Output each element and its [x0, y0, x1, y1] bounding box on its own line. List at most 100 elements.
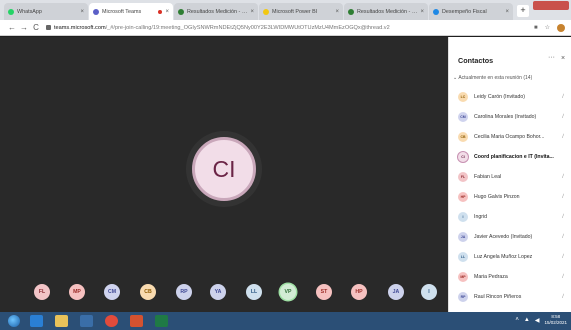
tab-label: Resultados Medición - …	[187, 8, 248, 15]
bubble-initials: CB	[144, 289, 152, 295]
address-bar-row: ← → C teams.microsoft.com/_#/pre-join-ca…	[0, 20, 571, 36]
close-icon[interactable]: ×	[505, 9, 509, 15]
participant-row[interactable]: I Ingrid ̸	[449, 208, 571, 226]
reload-icon[interactable]: C	[30, 23, 42, 32]
bubble-initials: YA	[214, 289, 222, 295]
url-field[interactable]: teams.microsoft.com/_#/pre-join-calling/…	[54, 25, 527, 31]
excel-icon[interactable]	[155, 315, 168, 327]
lock-icon	[46, 25, 51, 30]
tab-microsoft-teams[interactable]: Microsoft Teams ×	[89, 3, 173, 20]
star-icon[interactable]: ☆	[545, 24, 550, 31]
recording-icon	[158, 9, 163, 14]
participant-name: Maria Pedraza	[474, 274, 508, 280]
avatar: LL	[458, 252, 468, 262]
back-arrow-icon[interactable]: ←	[6, 23, 18, 32]
speaker-initials: CI	[212, 155, 236, 182]
close-icon[interactable]: ×	[80, 9, 84, 15]
participant-row[interactable]: FL Fabian Leal ̸	[449, 168, 571, 186]
section-header-in-meeting[interactable]: ⌄ Actualmente en esta reunión (14)	[453, 75, 532, 81]
start-button[interactable]	[8, 315, 20, 327]
power-bi-icon	[263, 8, 269, 15]
tab-whatsapp[interactable]: WhatsApp ×	[4, 3, 88, 20]
participant-name: Raul Rincon Piñeros	[474, 294, 522, 300]
participant-bubble[interactable]: YA	[210, 284, 226, 300]
media-player-icon[interactable]	[80, 315, 93, 327]
network-icon[interactable]: ▲	[524, 317, 530, 323]
close-icon[interactable]: ×	[250, 9, 254, 15]
tab-label: Resultados Medición - …	[357, 8, 418, 15]
tab-label: Microsoft Teams	[102, 8, 142, 15]
edge-icon[interactable]	[30, 315, 43, 327]
participant-row-current-user[interactable]: CI Coord planificacion e IT (Invita...	[449, 148, 571, 166]
close-icon[interactable]: ×	[420, 9, 424, 15]
minimize-button[interactable]	[533, 1, 545, 10]
tab-label: Microsoft Power BI	[272, 8, 318, 15]
participant-row[interactable]: LC Leidy Carón (Invitado) ̸	[449, 88, 571, 106]
maximize-button[interactable]	[545, 1, 557, 10]
participant-name: Carolina Morales (Invitado)	[474, 114, 537, 120]
contacts-panel: Contactos ··· × ⌄ Actualmente en esta re…	[448, 37, 571, 312]
clock-date: 15/02/2021	[544, 320, 567, 325]
participant-bubble[interactable]: HP	[351, 284, 367, 300]
avatar: CM	[458, 112, 468, 122]
close-icon[interactable]: ×	[335, 9, 339, 15]
participant-name: Javier Acevedo (Invitado)	[474, 234, 533, 240]
participant-bubble[interactable]: JA	[388, 284, 404, 300]
sheets-icon	[178, 8, 184, 15]
participant-bubble[interactable]: CM	[104, 284, 120, 300]
avatar: HP	[458, 192, 468, 202]
participant-row[interactable]: JA Javier Acevedo (Invitado) ̸	[449, 228, 571, 246]
participant-bubble[interactable]: ST	[316, 284, 332, 300]
new-tab-button[interactable]: +	[517, 5, 529, 17]
participant-bubble[interactable]: MP	[69, 284, 85, 300]
active-speaker-avatar: CI	[192, 137, 256, 201]
forward-arrow-icon[interactable]: →	[18, 23, 30, 32]
bubble-initials: MP	[73, 289, 81, 295]
bubble-initials: FL	[38, 289, 46, 295]
url-path: /_#/pre-join-calling/19:meeting_OGIySNWR…	[105, 24, 390, 31]
tab-desempeno-fiscal[interactable]: Desempeño Fiscal ×	[429, 3, 513, 20]
participant-name: Hugo Galvis Pinzon	[474, 194, 520, 200]
site-icon	[433, 8, 439, 15]
avatar: CB	[458, 132, 468, 142]
participant-bubble[interactable]: I	[421, 284, 437, 300]
more-options-icon[interactable]: ···	[548, 54, 555, 61]
participant-row[interactable]: CB Cecilia Maria Ocampo Bohor... ̸	[449, 128, 571, 146]
participant-bubble[interactable]: LL	[246, 284, 262, 300]
camera-icon[interactable]: ■	[534, 25, 538, 31]
chevron-up-icon[interactable]: ˄	[515, 317, 519, 323]
bubble-initials: ST	[320, 289, 328, 295]
participant-row[interactable]: RP Raul Rincon Piñeros ̸	[449, 288, 571, 306]
participant-row[interactable]: LL Luz Angela Muñoz Lopez ̸	[449, 248, 571, 266]
volume-icon[interactable]: ◀	[535, 317, 540, 324]
participant-bubble[interactable]: FL	[34, 284, 50, 300]
profile-avatar[interactable]	[557, 23, 565, 32]
clock[interactable]: 8:58 15/02/2021	[544, 314, 567, 326]
participant-row[interactable]: MP Maria Pedraza ̸	[449, 268, 571, 286]
panel-title: Contactos	[458, 56, 494, 65]
participant-name: Luz Angela Muñoz Lopez	[474, 254, 533, 260]
participant-bubble[interactable]: CB	[140, 284, 156, 300]
avatar: MP	[458, 272, 468, 282]
participant-row[interactable]: CM Carolina Morales (Invitado) ̸	[449, 108, 571, 126]
participant-bubble-selected[interactable]: VP	[280, 284, 296, 300]
participant-row[interactable]: HP Hugo Galvis Pinzon ̸	[449, 188, 571, 206]
windows-taskbar: ˄ ▲ ◀ 8:58 15/02/2021	[0, 312, 571, 330]
avatar: JA	[458, 232, 468, 242]
tab-resultados-medicion-1[interactable]: Resultados Medición - … ×	[174, 3, 258, 20]
powerpoint-icon[interactable]	[130, 315, 143, 327]
tab-power-bi[interactable]: Microsoft Power BI ×	[259, 3, 343, 20]
avatar: RP	[458, 292, 468, 302]
bubble-initials: VP	[284, 289, 292, 295]
file-explorer-icon[interactable]	[55, 315, 68, 327]
whatsapp-icon	[8, 8, 14, 15]
tab-label: Desempeño Fiscal	[442, 8, 487, 15]
close-icon[interactable]: ×	[165, 9, 169, 15]
close-window-button[interactable]	[557, 1, 569, 10]
close-panel-icon[interactable]: ×	[561, 55, 565, 62]
participant-bubble[interactable]: RP	[176, 284, 192, 300]
tab-resultados-medicion-2[interactable]: Resultados Medición - … ×	[344, 3, 428, 20]
bubble-initials: I	[428, 289, 430, 295]
chrome-icon[interactable]	[105, 315, 118, 327]
window-controls	[533, 1, 569, 10]
